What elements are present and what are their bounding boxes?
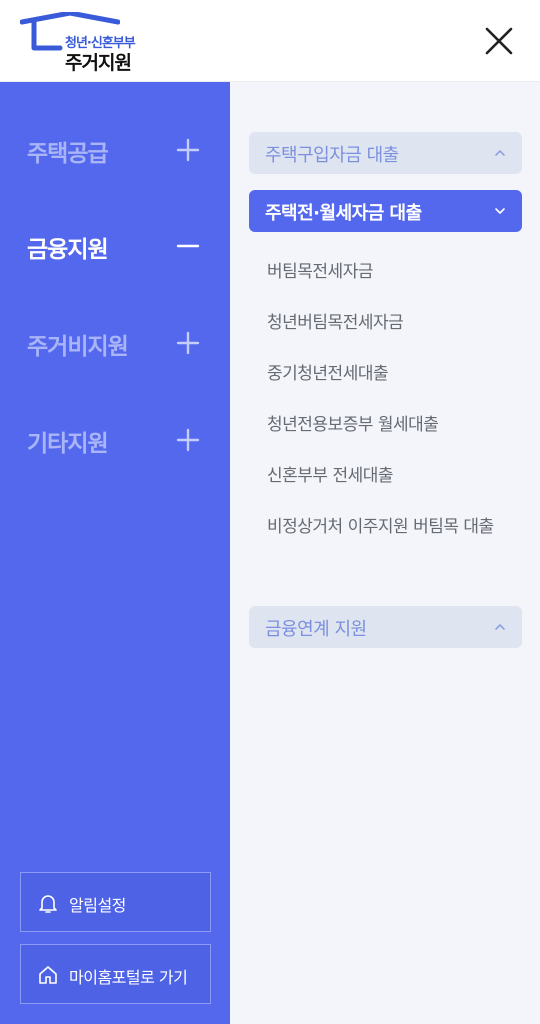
submenu-item[interactable]: 신혼부부 전세대출 [267, 463, 517, 489]
plus-icon [176, 138, 200, 162]
myhome-portal-label: 마이홈포털로 가기 [69, 968, 188, 987]
sidebar-item-housing-supply[interactable]: 주택공급 [0, 120, 230, 180]
submenu-item[interactable]: 청년전용보증부 월세대출 [267, 412, 517, 438]
minus-icon [176, 244, 200, 248]
myhome-portal-button[interactable]: 마이홈포털로 가기 [20, 944, 211, 1004]
section-jeonse-wolse-loan[interactable]: 주택전·월세자금 대출 [249, 190, 522, 232]
chevron-up-icon [495, 624, 505, 630]
submenu-panel: 주택구입자금 대출 주택전·월세자금 대출 버팀목전세자금 청년버팀목전세자금 … [230, 82, 540, 1024]
section-financial-linkage-support[interactable]: 금융연계 지원 [249, 606, 522, 648]
sidebar-item-financial-support[interactable]: 금융지원 [0, 216, 230, 276]
plus-icon [176, 428, 200, 452]
bell-icon [39, 895, 57, 913]
close-icon [485, 27, 513, 55]
submenu-item[interactable]: 버팀목전세자금 [267, 259, 517, 285]
submenu-item[interactable]: 비정상거처 이주지원 버팀목 대출 [267, 514, 512, 540]
section-title: 주택전·월세자금 대출 [265, 203, 422, 224]
sidebar-item-other-support[interactable]: 기타지원 [0, 410, 230, 470]
sidebar-item-label: 기타지원 [27, 431, 109, 457]
section-title: 금융연계 지원 [265, 619, 367, 640]
sidebar-item-label: 주택공급 [27, 141, 109, 167]
sidebar-item-housing-cost-support[interactable]: 주거비지원 [0, 313, 230, 373]
close-button[interactable] [480, 22, 518, 60]
sidebar-item-label: 주거비지원 [27, 334, 129, 360]
sidebar-item-label: 금융지원 [27, 237, 109, 263]
logo[interactable]: 청년·신혼부부 주거지원 [20, 12, 150, 74]
submenu-item[interactable]: 중기청년전세대출 [267, 361, 517, 387]
section-home-purchase-loan[interactable]: 주택구입자금 대출 [249, 132, 522, 174]
home-icon [39, 966, 57, 984]
submenu-item[interactable]: 청년버팀목전세자금 [267, 310, 517, 336]
notification-settings-button[interactable]: 알림설정 [20, 872, 211, 932]
logo-text-main: 주거지원 [65, 52, 132, 74]
sidebar: 주택공급 금융지원 주거비지원 기타지원 알림설정 마이홈포털로 가기 [0, 82, 230, 1024]
header: 청년·신혼부부 주거지원 [0, 0, 540, 82]
plus-icon [176, 331, 200, 355]
chevron-down-icon [495, 208, 505, 214]
chevron-up-icon [495, 150, 505, 156]
notification-settings-label: 알림설정 [69, 896, 126, 915]
section-title: 주택구입자금 대출 [265, 145, 399, 166]
